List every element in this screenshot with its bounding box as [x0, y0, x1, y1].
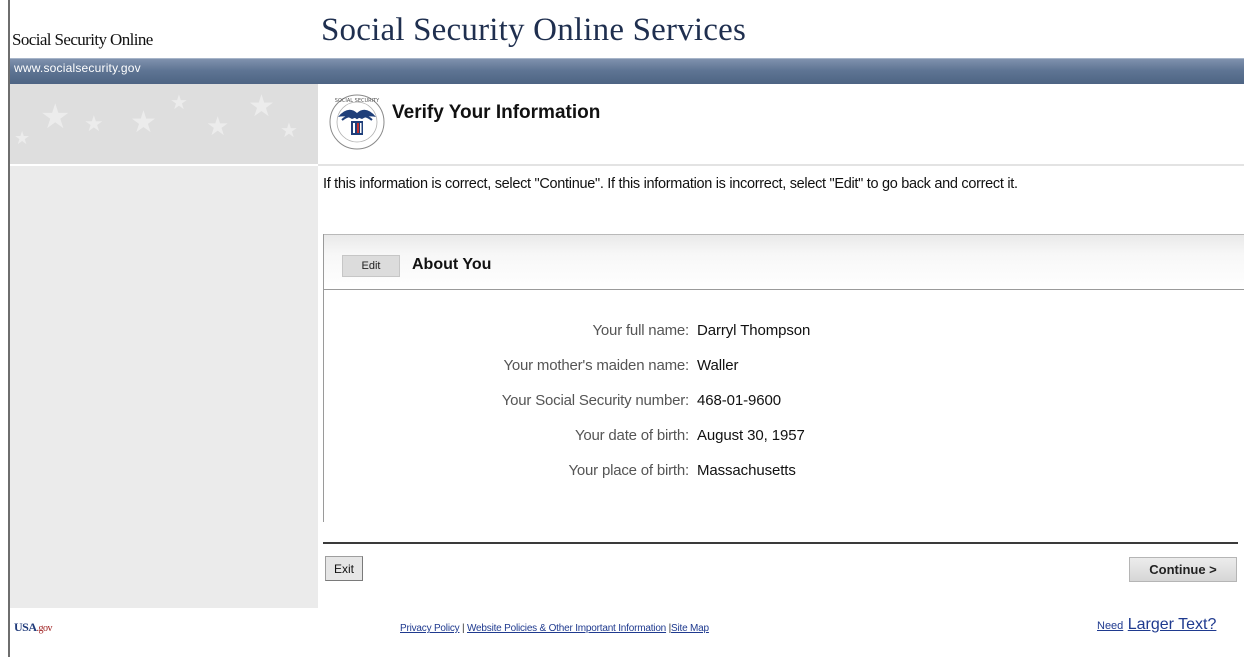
full-name-label: Your full name: — [592, 322, 689, 339]
birth-date-value: August 30, 1957 — [697, 427, 805, 444]
need-label: Need — [1097, 620, 1124, 632]
full-name-value: Darryl Thompson — [697, 322, 811, 339]
continue-button[interactable]: Continue > — [1129, 557, 1237, 582]
privacy-policy-link[interactable]: Privacy Policy — [400, 623, 460, 634]
page-header: SOCIAL SECURITY Verify Your Information — [318, 84, 1244, 164]
ssn-value: 468-01-9600 — [697, 392, 781, 409]
sidebar-divider — [10, 164, 318, 166]
usa-gov-logo-text: USA — [14, 620, 37, 634]
info-row: Your date of birth: August 30, 1957 — [324, 427, 1244, 449]
svg-text:SOCIAL SECURITY: SOCIAL SECURITY — [335, 98, 380, 104]
birth-place-label: Your place of birth: — [568, 462, 689, 479]
larger-text-link[interactable]: Need Larger Text? — [1097, 616, 1216, 634]
star-icon: ★ — [248, 89, 275, 124]
star-icon: ★ — [170, 90, 188, 114]
star-icon: ★ — [84, 112, 104, 137]
site-title: Social Security Online Services — [321, 12, 747, 48]
footer-links: Privacy Policy | Website Policies & Othe… — [400, 623, 709, 634]
site-url: www.socialsecurity.gov — [14, 61, 141, 75]
maiden-name-label: Your mother's maiden name: — [503, 357, 689, 374]
footer-separator: | — [459, 623, 467, 634]
info-row: Your full name: Darryl Thompson — [324, 322, 1244, 344]
star-icon: ★ — [206, 112, 230, 142]
url-bar: www.socialsecurity.gov — [10, 58, 1244, 84]
edit-button[interactable]: Edit — [342, 255, 400, 277]
exit-button[interactable]: Exit — [325, 556, 363, 581]
birth-date-label: Your date of birth: — [574, 427, 689, 444]
maiden-name-value: Waller — [697, 357, 739, 374]
larger-text-label: Larger Text? — [1127, 616, 1217, 633]
birth-place-value: Massachusetts — [697, 462, 796, 479]
sidebar-star-banner: ★ ★ ★ ★ ★ ★ ★ ★ — [10, 84, 318, 164]
page-title: Verify Your Information — [392, 102, 601, 123]
star-icon: ★ — [130, 105, 157, 140]
actions-divider — [323, 542, 1238, 544]
instruction-text: If this information is correct, select "… — [323, 176, 1018, 192]
star-icon: ★ — [14, 128, 31, 149]
section-header: Edit About You — [324, 234, 1244, 290]
usa-gov-logo-suffix: .gov — [36, 623, 53, 634]
sidebar: ★ ★ ★ ★ ★ ★ ★ ★ — [10, 84, 318, 608]
about-you-section: Edit About You Your full name: Darryl Th… — [323, 234, 1244, 522]
ssn-label: Your Social Security number: — [501, 392, 689, 409]
star-icon: ★ — [40, 97, 71, 137]
header-divider — [318, 164, 1244, 166]
usa-gov-logo[interactable]: USA.gov — [14, 620, 53, 635]
brand-name: Social Security Online — [12, 30, 153, 49]
info-row: Your place of birth: Massachusetts — [324, 462, 1244, 484]
ssa-seal-icon: SOCIAL SECURITY — [329, 94, 385, 150]
site-map-link[interactable]: Site Map — [671, 623, 709, 634]
star-icon: ★ — [280, 118, 298, 142]
info-row: Your Social Security number: 468-01-9600 — [324, 392, 1244, 414]
website-policies-link[interactable]: Website Policies & Other Important Infor… — [467, 623, 666, 634]
section-title: About You — [412, 256, 492, 273]
info-row: Your mother's maiden name: Waller — [324, 357, 1244, 379]
